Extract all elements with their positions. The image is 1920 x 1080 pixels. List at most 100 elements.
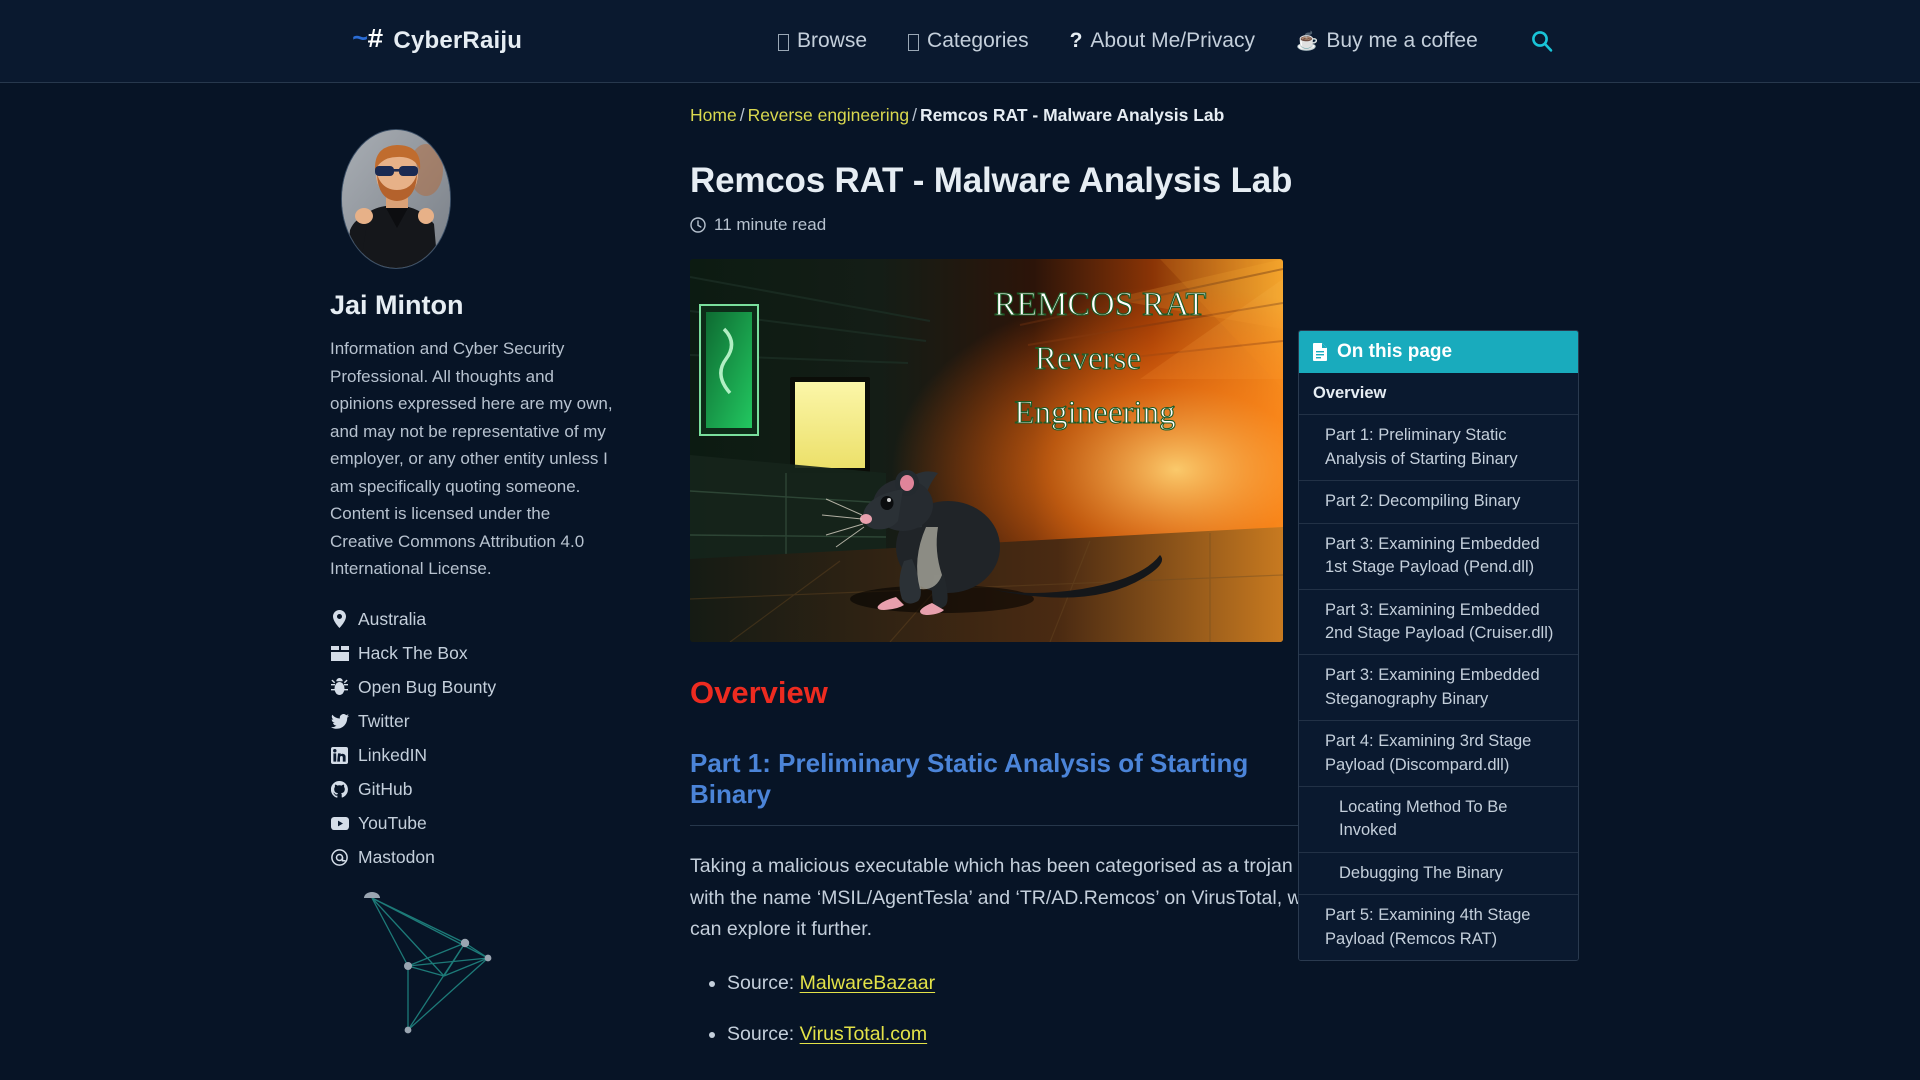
toc-header: On this page [1299, 331, 1578, 373]
breadcrumb-separator: / [739, 105, 745, 125]
list-item: Mastodon [330, 847, 690, 868]
logo-tilde: ~ [352, 26, 368, 56]
toc-link[interactable]: Locating Method To Be Invoked [1299, 787, 1578, 852]
sidebar-link-mastodon[interactable]: Mastodon [330, 847, 690, 868]
list-item: LinkedIN [330, 745, 690, 766]
sidebar-link-label: Open Bug Bounty [358, 676, 497, 697]
sidebar-link-linkedin[interactable]: LinkedIN [330, 745, 690, 766]
toc-item-part2[interactable]: Part 2: Decompiling Binary [1299, 480, 1578, 523]
nav-item-browse[interactable]: Browse [778, 29, 867, 53]
sidebar-link-label: Australia [358, 608, 427, 629]
search-icon [1532, 31, 1553, 52]
toc-item-part3-cruiser[interactable]: Part 3: Examining Embedded 2nd Stage Pay… [1299, 588, 1578, 655]
toc-item-part3-pend[interactable]: Part 3: Examining Embedded 1st Stage Pay… [1299, 522, 1578, 589]
toc-link[interactable]: Part 1: Preliminary Static Analysis of S… [1299, 415, 1578, 480]
sidebar-link-openbugbounty[interactable]: Open Bug Bounty [330, 677, 690, 698]
sidebar-link-australia[interactable]: Australia [330, 609, 690, 630]
list-item: Source: MalwareBazaar [727, 968, 1330, 1000]
sidebar-link-label: Mastodon [358, 846, 435, 867]
linkedin-icon [330, 746, 349, 765]
breadcrumb-home[interactable]: Home [690, 105, 737, 125]
toc-link[interactable]: Debugging The Binary [1299, 853, 1578, 894]
heading-overview: Overview [690, 675, 828, 711]
toc-item-part3-stego[interactable]: Part 3: Examining Embedded Steganography… [1299, 654, 1578, 721]
toc-item-part1[interactable]: Part 1: Preliminary Static Analysis of S… [1299, 414, 1578, 481]
read-time: 11 minute read [690, 215, 1330, 235]
question-mark-icon: ? [1069, 29, 1083, 52]
nav-label-about: About Me/Privacy [1090, 29, 1255, 52]
toc-item-part5[interactable]: Part 5: Examining 4th Stage Payload (Rem… [1299, 894, 1578, 961]
sidebar-link-label: YouTube [358, 812, 427, 833]
toc-item-debugging[interactable]: Debugging The Binary [1299, 851, 1578, 895]
toc-link[interactable]: Part 3: Examining Embedded 1st Stage Pay… [1299, 524, 1578, 589]
sidebar-link-youtube[interactable]: YouTube [330, 813, 690, 834]
page-body: Jai Minton Information and Cyber Securit… [0, 83, 1920, 1080]
source-prefix: Source: [727, 1022, 800, 1045]
logo-text: CyberRaiju [393, 27, 523, 54]
hero-illustration: REMCOS RAT Reverse Engineering [690, 259, 1283, 643]
source-list: Source: MalwareBazaar Source: VirusTotal… [690, 968, 1330, 1050]
list-item: YouTube [330, 813, 690, 834]
toc-link[interactable]: Part 3: Examining Embedded 2nd Stage Pay… [1299, 590, 1578, 655]
link-virustotal[interactable]: VirusTotal.com [800, 1023, 928, 1045]
missing-glyph-icon [908, 33, 920, 51]
toc-link[interactable]: Part 2: Decompiling Binary [1299, 481, 1578, 522]
body-paragraph-2: First off obtain the sample with a parti… [690, 1075, 1330, 1080]
map-pin-icon [330, 610, 349, 629]
toc-item-locating-method[interactable]: Locating Method To Be Invoked [1299, 786, 1578, 852]
sidebar-link-label: Twitter [358, 710, 410, 731]
logo-hash: # [367, 26, 383, 56]
toc-link[interactable]: Part 5: Examining 4th Stage Payload (Rem… [1299, 895, 1578, 960]
hero-title-line2: Reverse [1035, 341, 1141, 377]
hero-image: REMCOS RAT Reverse Engineering [690, 259, 1283, 643]
toc-link[interactable]: Part 4: Examining 3rd Stage Payload (Dis… [1299, 721, 1578, 786]
search-button[interactable] [1525, 24, 1559, 58]
toc-item-part4[interactable]: Part 4: Examining 3rd Stage Payload (Dis… [1299, 720, 1578, 787]
hero-title-line3: Engineering [1014, 395, 1175, 431]
sidebar-link-github[interactable]: GitHub [330, 779, 690, 800]
list-item: Hack The Box [330, 643, 690, 664]
site-header: ~# CyberRaiju Browse Categories ? About … [0, 0, 1920, 83]
bug-icon [330, 678, 349, 697]
author-sidebar: Jai Minton Information and Cyber Securit… [330, 83, 690, 1080]
nav-item-coffee[interactable]: ☕ Buy me a coffee [1296, 29, 1478, 53]
sidebar-link-twitter[interactable]: Twitter [330, 711, 690, 732]
network-graph-decoration [336, 881, 690, 1041]
nav-label-coffee: Buy me a coffee [1326, 29, 1478, 52]
list-item: Twitter [330, 711, 690, 732]
read-time-label: 11 minute read [714, 215, 827, 235]
site-logo[interactable]: ~# CyberRaiju [352, 26, 522, 56]
hero-title-line1: REMCOS RAT [994, 286, 1207, 323]
nav-item-categories[interactable]: Categories [908, 29, 1029, 53]
nav-item-about[interactable]: ? About Me/Privacy [1070, 29, 1255, 53]
sidebar-link-hackthebox[interactable]: Hack The Box [330, 643, 690, 664]
heading-part-1: Part 1: Preliminary Static Analysis of S… [690, 748, 1330, 827]
main-navigation: Browse Categories ? About Me/Privacy ☕ B… [778, 29, 1478, 53]
toc-item-overview[interactable]: Overview [1299, 373, 1578, 415]
breadcrumb-current: Remcos RAT - Malware Analysis Lab [919, 105, 1225, 125]
author-bio: Information and Cyber Security Professio… [330, 339, 613, 579]
link-malwarebazaar[interactable]: MalwareBazaar [800, 972, 935, 994]
toc-link[interactable]: Overview [1299, 373, 1578, 414]
sidebar-link-label: LinkedIN [358, 744, 428, 765]
file-text-icon [1313, 343, 1327, 361]
toc-title: On this page [1337, 341, 1453, 362]
youtube-icon [330, 814, 349, 833]
mastodon-icon [330, 848, 349, 867]
logo-mark: ~# [352, 26, 383, 56]
list-item: GitHub [330, 779, 690, 800]
breadcrumb: Home / Reverse engineering / Remcos RAT - Ma… [690, 105, 1330, 126]
table-of-contents: On this page Overview Part 1: Preliminar… [1298, 330, 1579, 962]
github-icon [330, 780, 349, 799]
clock-icon [690, 217, 706, 233]
sidebar-link-label: GitHub [358, 778, 413, 799]
body-paragraph-1: Taking a malicious executable which has … [690, 855, 1313, 941]
missing-glyph-icon [778, 33, 789, 51]
list-item: Australia [330, 609, 690, 630]
twitter-icon [330, 712, 349, 731]
toc-link[interactable]: Part 3: Examining Embedded Steganography… [1299, 655, 1578, 720]
nav-label-categories: Categories [927, 29, 1029, 52]
nav-label-browse: Browse [797, 29, 868, 52]
breadcrumb-category[interactable]: Reverse engineering [748, 105, 910, 125]
list-item: Source: VirusTotal.com [727, 1019, 1330, 1051]
